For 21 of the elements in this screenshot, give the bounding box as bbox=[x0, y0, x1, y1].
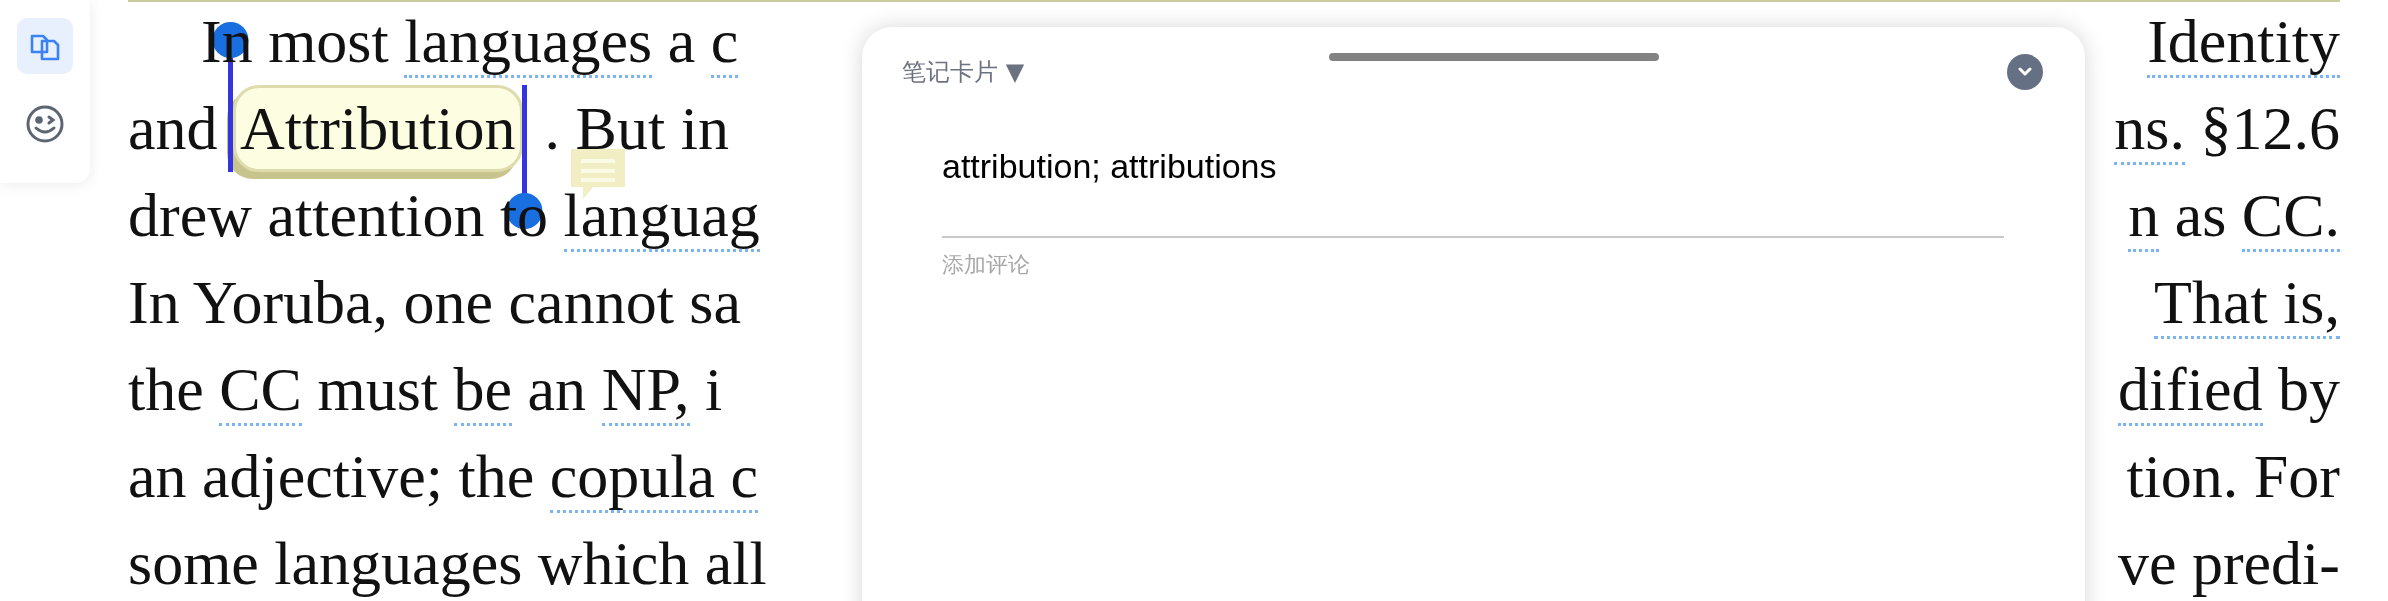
headword-field[interactable]: attribution; attributions bbox=[942, 147, 2004, 238]
body-text: In Yoruba, one cannot sa bbox=[128, 269, 741, 336]
body-text: . But in bbox=[544, 95, 729, 162]
body-text: n as CC. bbox=[2128, 182, 2340, 249]
collapse-button[interactable] bbox=[2007, 54, 2043, 90]
body-text: the CC must be an NP, i bbox=[128, 356, 723, 423]
drag-handle[interactable] bbox=[1329, 53, 1659, 61]
body-text: ns. §12.6 bbox=[2114, 95, 2340, 162]
body-text: an adjective; the copula c bbox=[128, 443, 759, 510]
body-text: dified by bbox=[2117, 356, 2340, 423]
wink-face-icon bbox=[25, 104, 65, 144]
copy-button[interactable] bbox=[17, 18, 73, 74]
body-text: Identity bbox=[2147, 8, 2340, 75]
chevron-down-icon bbox=[2017, 67, 2033, 77]
body-text: tion. For bbox=[2126, 443, 2340, 510]
comment-field[interactable]: 添加评论 bbox=[942, 252, 1342, 277]
body-text: and bbox=[128, 95, 219, 162]
body-text: ve predi- bbox=[2117, 530, 2340, 597]
body-text: some languages which all bbox=[128, 530, 767, 597]
body-text: That is, bbox=[2154, 269, 2340, 336]
note-type-dropdown[interactable]: 笔记卡片 ▼ bbox=[902, 56, 1025, 88]
